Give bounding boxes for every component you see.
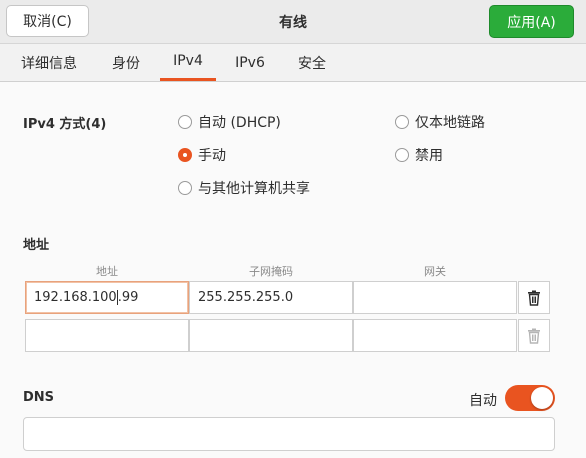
apply-button[interactable]: 应用(A) (489, 5, 574, 38)
radio-disabled[interactable]: 禁用 (395, 145, 443, 165)
radio-dhcp-label: 自动 (DHCP) (198, 115, 281, 131)
column-header-gateway: 网关 (424, 265, 446, 278)
radio-link-local[interactable]: 仅本地链路 (395, 112, 485, 132)
column-header-address: 地址 (96, 265, 118, 278)
delete-address-button[interactable] (518, 281, 550, 314)
radio-indicator (178, 181, 192, 195)
netmask-text: 255.255.255.0 (198, 290, 294, 305)
address-field[interactable] (25, 319, 189, 352)
netmask-field[interactable] (189, 319, 353, 352)
tab-ipv4[interactable]: IPv4 (160, 44, 216, 81)
radio-shared-label: 与其他计算机共享 (198, 181, 310, 197)
radio-indicator (395, 148, 409, 162)
radio-indicator (178, 115, 192, 129)
gateway-field[interactable] (353, 281, 517, 314)
dns-servers-input[interactable] (23, 417, 555, 451)
tab-security[interactable]: 安全 (286, 44, 338, 81)
cancel-button[interactable]: 取消(C) (6, 5, 89, 37)
toggle-knob (531, 387, 553, 409)
radio-indicator (178, 148, 192, 162)
radio-indicator (395, 115, 409, 129)
tab-identity[interactable]: 身份 (100, 44, 152, 81)
radio-manual[interactable]: 手动 (178, 145, 226, 165)
addresses-label: 地址 (23, 238, 50, 253)
radio-manual-label: 手动 (198, 148, 226, 164)
tab-details[interactable]: 详细信息 (8, 44, 90, 81)
trash-icon (528, 290, 540, 306)
ipv4-method-label: IPv4 方式(4) (23, 117, 107, 132)
delete-address-button (518, 319, 550, 352)
tab-bar: 详细信息 身份 IPv4 IPv6 安全 (0, 44, 586, 82)
address-text-before-caret: 192.168.100 (34, 290, 117, 305)
column-header-netmask: 子网掩码 (249, 265, 293, 278)
trash-icon (528, 328, 540, 344)
radio-link-local-label: 仅本地链路 (415, 115, 485, 131)
dns-auto-toggle[interactable] (505, 385, 555, 411)
address-field[interactable]: 192.168.100.99 (25, 281, 189, 314)
netmask-field[interactable]: 255.255.255.0 (189, 281, 353, 314)
radio-shared[interactable]: 与其他计算机共享 (178, 178, 310, 198)
radio-dhcp[interactable]: 自动 (DHCP) (178, 112, 281, 132)
gateway-field[interactable] (353, 319, 517, 352)
header-bar: 取消(C) 有线 应用(A) (0, 0, 586, 44)
dns-label: DNS (23, 390, 55, 405)
address-text-after-caret: .99 (117, 290, 139, 305)
network-settings-window: 取消(C) 有线 应用(A) 详细信息 身份 IPv4 IPv6 安全 IPv4… (0, 0, 586, 458)
dns-auto-label: 自动 (469, 393, 497, 409)
radio-disabled-label: 禁用 (415, 148, 443, 164)
tab-ipv6[interactable]: IPv6 (224, 44, 276, 81)
